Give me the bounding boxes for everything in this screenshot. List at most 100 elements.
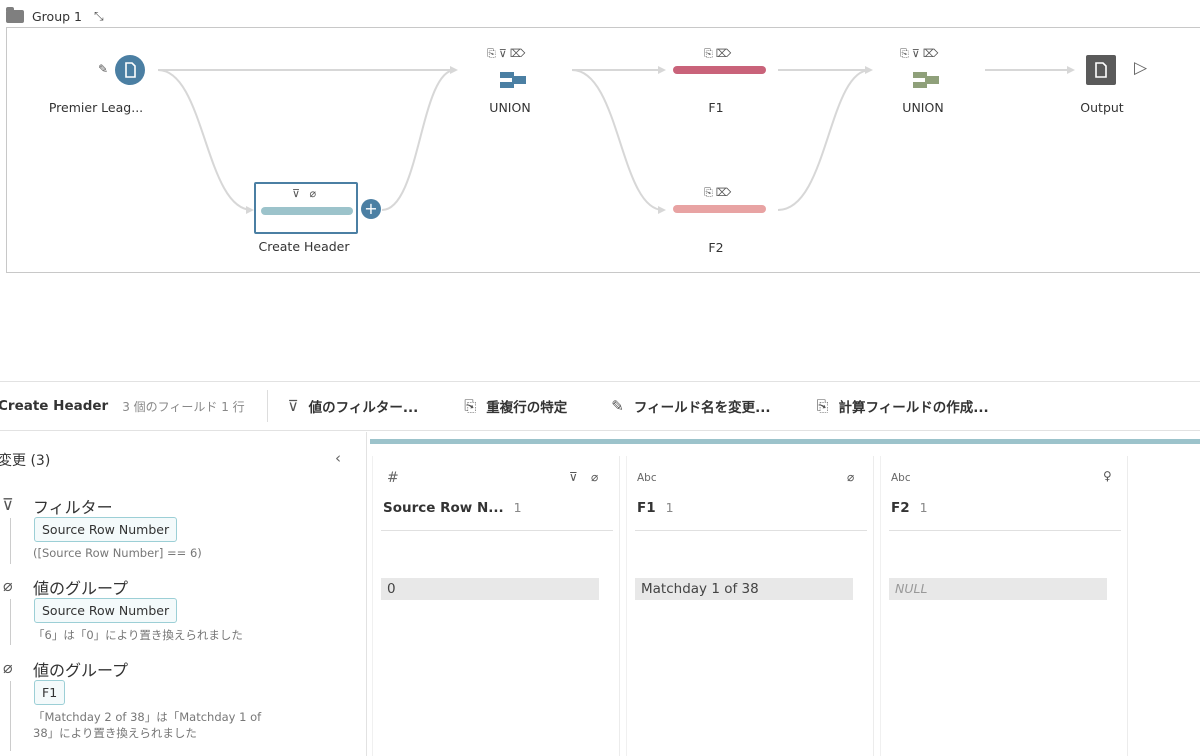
connector-union1-f2 xyxy=(571,69,664,211)
duplicate-icon: ⎘ xyxy=(464,397,477,415)
f2-change-icons: ⎘⌦ xyxy=(704,186,735,199)
input-node-label: Premier Leag... xyxy=(48,100,144,115)
filter-icon: ⊽ xyxy=(2,495,14,514)
field-name-text: F1 xyxy=(637,500,656,516)
union1-icon[interactable] xyxy=(500,70,530,90)
rename-field-button[interactable]: ✎ フィールド名を変更... xyxy=(611,396,770,416)
clean-step-node[interactable]: ⊽ ⌀ xyxy=(254,182,358,234)
clean-step-bar xyxy=(261,207,353,215)
output-node[interactable] xyxy=(1086,55,1116,85)
field-card-f2[interactable]: Abc ♀ F2 1 NULL xyxy=(880,456,1128,756)
card-divider xyxy=(635,530,867,531)
change-item[interactable]: ⌀ 値のグループ F1 「Matchday 2 of 38」は「Matchday… xyxy=(0,655,360,751)
change-type: フィルター xyxy=(33,498,113,517)
changes-pane: 変更 (3) ‹ ⊽ フィルター Source Row Number ([Sou… xyxy=(0,432,367,756)
f2-step-bar[interactable] xyxy=(673,205,766,213)
field-name: Source Row N... 1 xyxy=(383,500,522,516)
change-description-line-1: 「Matchday 2 of 38」は「Matchday 1 of xyxy=(33,710,262,724)
union1-label: UNION xyxy=(489,100,531,115)
change-type: 値のグループ xyxy=(33,661,129,680)
paperclip-icon: ⌀ xyxy=(3,658,13,677)
arrow-f1 xyxy=(658,66,666,74)
change-connector-line xyxy=(10,518,11,564)
field-name: F2 1 xyxy=(891,500,928,516)
field-card-source-row-number[interactable]: # ⊽ ⌀ Source Row N... 1 0 xyxy=(372,456,620,756)
field-name-text: F2 xyxy=(891,500,910,516)
arrow-union2 xyxy=(865,66,873,74)
paperclip-icon: ⌀ xyxy=(591,470,599,484)
filter-values-label: 値のフィルター... xyxy=(308,400,419,416)
lightbulb-icon[interactable]: ♀ xyxy=(1103,469,1112,483)
field-count: 1 xyxy=(665,500,674,515)
f1-label: F1 xyxy=(708,100,724,115)
connector-input-clean xyxy=(157,69,253,211)
rename-field-label: フィールド名を変更... xyxy=(633,400,771,416)
change-description: 「6」は「0」により置き換えられました xyxy=(33,628,243,642)
field-name-text: Source Row N... xyxy=(383,500,504,516)
arrow-f2 xyxy=(658,206,666,214)
calc-icon: ⎘ xyxy=(816,397,829,415)
identify-duplicates-button[interactable]: ⎘ 重複行の特定 xyxy=(464,396,567,416)
type-number-icon: # xyxy=(387,470,399,486)
change-description: ([Source Row Number] == 6) xyxy=(33,546,202,560)
flow-connectors xyxy=(157,66,1075,214)
f1-change-icons: ⎘⌦ xyxy=(704,47,735,60)
union2-icon[interactable] xyxy=(913,70,943,90)
collapse-pane-icon[interactable]: ‹ xyxy=(335,449,341,467)
field-card-f1[interactable]: Abc ⌀ F1 1 Matchday 1 of 38 xyxy=(626,456,874,756)
identify-duplicates-label: 重複行の特定 xyxy=(486,400,568,416)
change-item[interactable]: ⌀ 値のグループ Source Row Number 「6」は「0」により置き換… xyxy=(0,573,360,645)
step-meta: 3 個のフィールド 1 行 xyxy=(122,399,245,414)
paperclip-icon: ⌀ xyxy=(3,576,13,595)
change-connector-line xyxy=(10,681,11,751)
card-divider xyxy=(381,530,613,531)
field-value-bar[interactable]: NULL xyxy=(889,578,1107,600)
toolbar-divider xyxy=(266,390,268,422)
f2-label: F2 xyxy=(708,240,724,255)
filter-values-button[interactable]: ⊽ 値のフィルター... xyxy=(288,396,419,416)
card-divider xyxy=(889,530,1121,531)
filter-group-icons: ⊽ ⌀ xyxy=(292,187,320,200)
create-calc-field-button[interactable]: ⎘ 計算フィールドの作成... xyxy=(817,396,989,416)
paperclip-icon: ⌀ xyxy=(847,470,855,484)
connector-clean-union1 xyxy=(381,69,456,211)
change-field-pill: Source Row Number xyxy=(34,598,178,623)
union2-change-icons: ⎘⊽⌦ xyxy=(900,47,942,60)
change-field-pill: F1 xyxy=(34,680,66,705)
output-label: Output xyxy=(1080,100,1124,115)
type-string-icon: Abc xyxy=(637,472,657,484)
input-node[interactable]: ✎ xyxy=(98,55,148,87)
type-string-icon: Abc xyxy=(891,472,911,484)
field-value-bar[interactable]: 0 xyxy=(381,578,599,600)
change-type: 値のグループ xyxy=(33,579,129,598)
input-file-icon[interactable] xyxy=(115,55,145,85)
f1-step-bar[interactable] xyxy=(673,66,766,74)
filter-icon: ⊽ xyxy=(569,470,578,484)
field-value-bar[interactable]: Matchday 1 of 38 xyxy=(635,578,853,600)
edit-icon[interactable]: ✎ xyxy=(98,62,108,76)
add-step-button[interactable]: + xyxy=(361,199,381,219)
change-connector-line xyxy=(10,599,11,645)
step-toolbar: Create Header 3 個のフィールド 1 行 ⊽ 値のフィルター...… xyxy=(0,381,1200,431)
arrow-union1 xyxy=(450,66,458,74)
union1-change-icons: ⎘⊽⌦ xyxy=(487,47,529,60)
profile-summary-bar xyxy=(370,439,1200,444)
clean-step-label: Create Header xyxy=(258,239,350,254)
filter-icon: ⊽ xyxy=(287,397,299,415)
connector-f2-union2 xyxy=(777,69,871,211)
change-item[interactable]: ⊽ フィルター Source Row Number ([Source Row N… xyxy=(0,492,360,564)
output-file-icon xyxy=(1095,62,1107,78)
union2-label: UNION xyxy=(902,100,944,115)
create-calc-field-label: 計算フィールドの作成... xyxy=(838,400,989,416)
field-count: 1 xyxy=(919,500,928,515)
changes-title: 変更 (3) xyxy=(0,453,51,469)
arrow-clean xyxy=(246,206,254,214)
change-field-pill: Source Row Number xyxy=(34,517,178,542)
change-description-line-2: 38」により置き換えられました xyxy=(33,726,197,740)
file-glyph xyxy=(125,62,136,78)
run-output-icon[interactable]: ▷ xyxy=(1134,58,1147,78)
field-count: 1 xyxy=(513,500,522,515)
field-name: F1 1 xyxy=(637,500,674,516)
step-name: Create Header xyxy=(0,398,109,414)
arrow-output xyxy=(1067,66,1075,74)
